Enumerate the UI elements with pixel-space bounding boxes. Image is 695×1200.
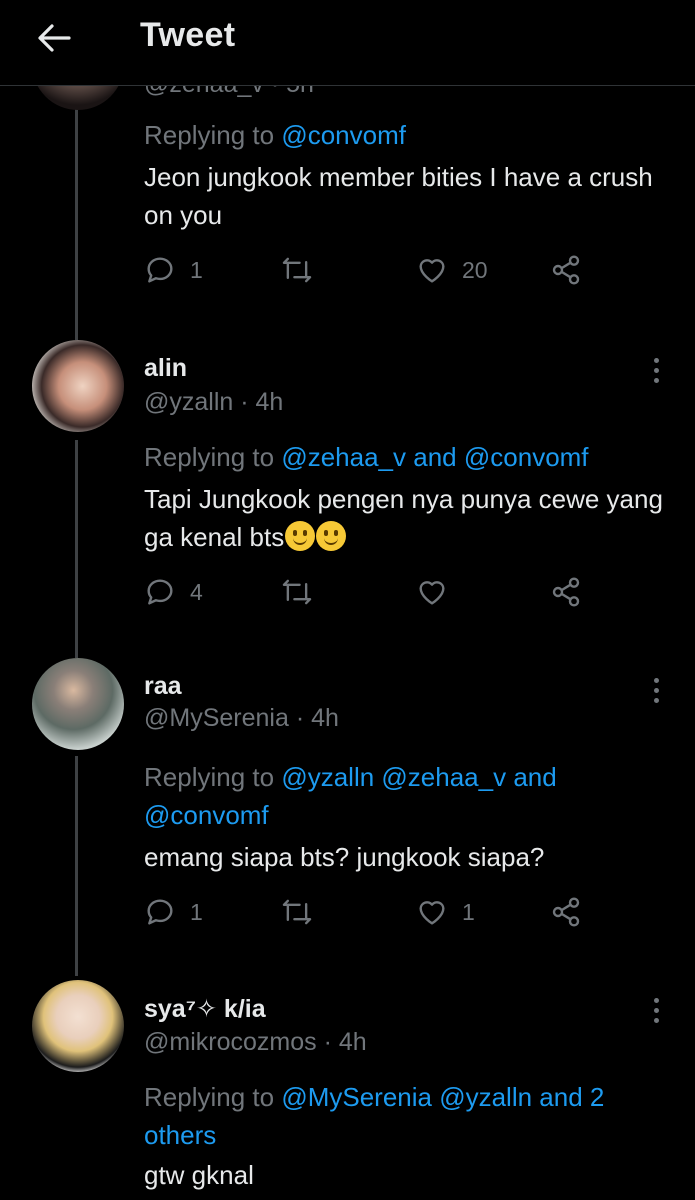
timestamp: 4h <box>338 1028 367 1056</box>
tweet-4[interactable]: sya⁷✧ k/ia @mikrocozmos · 4h Replying to… <box>0 960 695 1200</box>
retweet-button[interactable] <box>280 572 328 612</box>
smile-emoji-icon <box>316 521 347 551</box>
reply-button[interactable]: 4 <box>144 572 203 612</box>
share-icon <box>552 255 580 285</box>
share-button[interactable] <box>550 892 582 932</box>
replying-to: Replying to @MySerenia @yzalln and 2 oth… <box>144 1082 605 1150</box>
tweet-actions: 1 1 <box>144 892 594 932</box>
handle: @mikrocozmos <box>144 1028 317 1056</box>
reply-icon <box>147 579 173 605</box>
tweet-text: emang siapa bts? jungkook siapa? <box>144 842 545 872</box>
retweet-icon <box>282 257 312 283</box>
avatar[interactable] <box>32 340 124 432</box>
page-title: Tweet <box>140 16 236 54</box>
tweet-actions: 1 20 <box>144 250 594 290</box>
reply-count: 1 <box>190 256 203 283</box>
reply-count: 1 <box>190 898 203 925</box>
mention-link[interactable]: others <box>144 1120 216 1150</box>
mention-link[interactable]: @convomf <box>144 800 269 830</box>
like-button[interactable] <box>416 572 462 612</box>
replying-to: Replying to @yzalln @zehaa_v and @convom… <box>144 762 557 830</box>
avatar[interactable] <box>32 980 124 1072</box>
heart-icon <box>419 259 445 283</box>
back-button[interactable] <box>34 18 74 58</box>
tweet-text: Jeon jungkook member bities I have a cru… <box>144 162 653 230</box>
like-count: 1 <box>462 898 475 925</box>
heart-icon <box>419 901 445 925</box>
heart-icon <box>419 581 445 605</box>
tweet-actions: 4 <box>144 572 594 612</box>
mention-link[interactable]: @convomf <box>464 442 589 472</box>
retweet-icon <box>282 579 312 605</box>
handle-time[interactable]: @yzalln · 4h <box>144 388 283 417</box>
share-button[interactable] <box>550 250 582 290</box>
replying-to: Replying to @convomf <box>144 120 406 150</box>
more-options-button[interactable] <box>638 672 674 708</box>
retweet-icon <box>282 899 312 925</box>
more-options-button[interactable] <box>638 352 674 388</box>
replying-to: Replying to @zehaa_v and @convomf <box>144 442 589 472</box>
mention-link[interactable]: @convomf <box>281 120 406 150</box>
avatar[interactable] <box>32 658 124 750</box>
reply-button[interactable]: 1 <box>144 250 203 290</box>
mention-link[interactable]: @yzalln @zehaa_v and <box>281 762 556 792</box>
share-icon <box>552 577 580 607</box>
tweet-text: gtw gknal <box>144 1160 254 1190</box>
share-button[interactable] <box>550 572 582 612</box>
app-header: Tweet <box>0 0 695 86</box>
display-name[interactable]: sya⁷✧ k/ia <box>144 994 266 1024</box>
mention-link[interactable]: @MySerenia @yzalln and 2 <box>281 1082 604 1112</box>
handle: @MySerenia <box>144 704 289 732</box>
tweet-3[interactable]: raa @MySerenia · 4h Replying to @yzalln … <box>0 640 695 960</box>
like-button[interactable]: 20 <box>416 250 488 290</box>
display-name[interactable]: raa <box>144 672 182 701</box>
handle-time[interactable]: @MySerenia · 4h <box>144 704 339 733</box>
handle: @yzalln <box>144 388 234 416</box>
like-button[interactable]: 1 <box>416 892 475 932</box>
handle-time[interactable]: @mikrocozmos · 4h <box>144 1028 367 1057</box>
reply-button[interactable]: 1 <box>144 892 203 932</box>
timestamp: 4h <box>311 704 339 732</box>
mention-link[interactable]: @zehaa_v <box>281 442 406 472</box>
share-icon <box>552 897 580 927</box>
reply-icon <box>147 257 173 283</box>
display-name[interactable]: alin <box>144 354 187 383</box>
retweet-button[interactable] <box>280 250 328 290</box>
like-count: 20 <box>462 256 488 283</box>
tweet-2[interactable]: alin @yzalln · 4h Replying to @zehaa_v a… <box>0 320 695 640</box>
reply-count: 4 <box>190 578 203 605</box>
tweet-text: Tapi Jungkook pengen nya punya cewe yang… <box>144 484 663 552</box>
reply-icon <box>147 899 173 925</box>
more-options-button[interactable] <box>638 992 674 1028</box>
smile-emoji-icon <box>285 521 316 551</box>
arrow-left-icon <box>38 24 71 52</box>
timestamp: 4h <box>255 388 284 416</box>
retweet-button[interactable] <box>280 892 328 932</box>
